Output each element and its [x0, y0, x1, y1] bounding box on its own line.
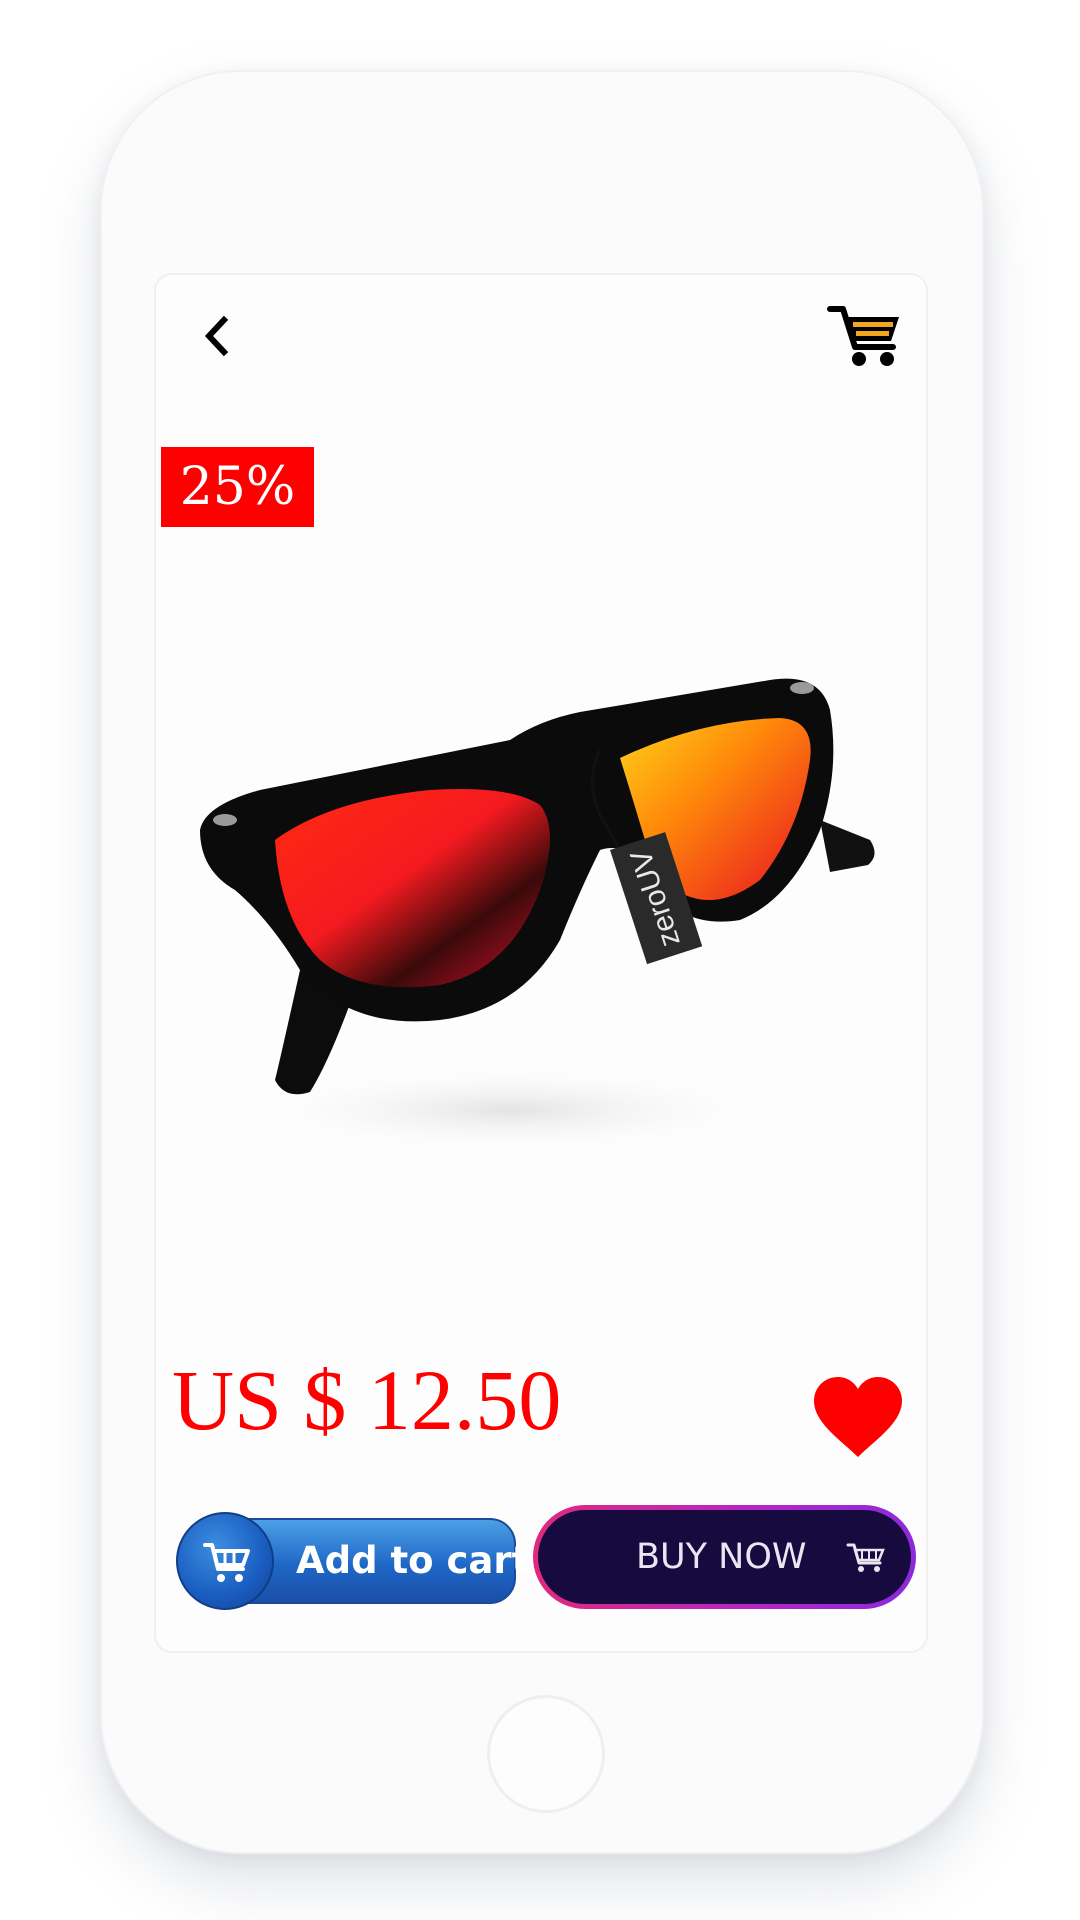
cart-icon [203, 1543, 250, 1582]
sunglasses-image: zeroUV [200, 678, 875, 1155]
cart-icon [846, 1543, 885, 1572]
buy-now-label: BUY NOW [636, 1537, 807, 1577]
add-to-cart-label: Add to cart [296, 1539, 530, 1582]
buy-now-inner: BUY NOW [538, 1510, 911, 1604]
app-canvas: 25% zeroUV US $ 12.50 Add to cart BUY NO… [0, 0, 1080, 1920]
product-price: US $ 12.50 [172, 1352, 562, 1448]
chevron-left-icon [204, 315, 229, 357]
home-button[interactable] [487, 1695, 605, 1813]
discount-badge: 25% [161, 447, 314, 527]
heart-icon [814, 1377, 902, 1457]
shopping-cart-icon [827, 306, 899, 366]
add-to-cart-icon-circle [176, 1512, 274, 1610]
back-button[interactable] [196, 310, 246, 360]
favorite-button[interactable] [812, 1375, 904, 1459]
add-to-cart-button[interactable]: Add to cart [176, 1512, 529, 1610]
product-image: zeroUV [180, 640, 920, 1180]
buy-now-button[interactable]: BUY NOW [533, 1505, 916, 1609]
cart-button[interactable] [827, 303, 903, 369]
